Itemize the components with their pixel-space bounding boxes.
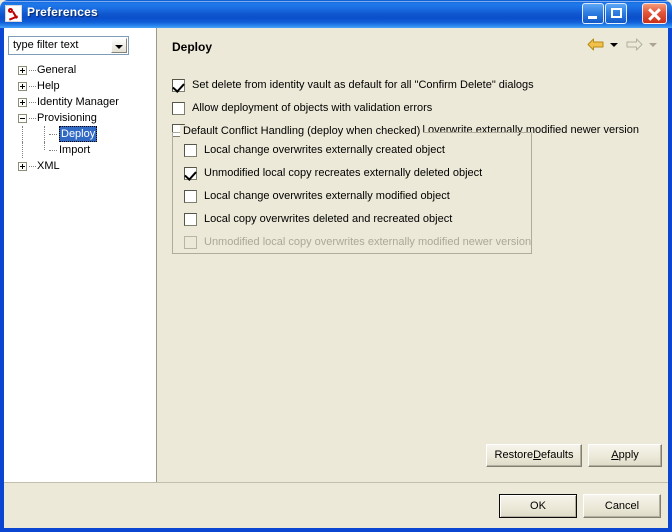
- filter-combo[interactable]: type filter text: [8, 36, 129, 55]
- tree-item-provisioning[interactable]: Provisioning: [4, 110, 156, 126]
- window-border-right: [668, 28, 672, 532]
- dialog-footer: OK Cancel: [4, 482, 668, 528]
- ok-button[interactable]: OK: [499, 494, 577, 518]
- apply-button[interactable]: Apply: [588, 444, 662, 467]
- maximize-button[interactable]: [605, 3, 627, 24]
- expander-plus-icon[interactable]: [18, 98, 27, 107]
- window-border-bottom: [0, 528, 672, 532]
- checkbox-checked[interactable]: [172, 79, 185, 93]
- back-history-chevron-down-icon[interactable]: [609, 42, 618, 47]
- restore-defaults-button[interactable]: Restore Defaults: [486, 444, 582, 467]
- filter-input-value: type filter text: [13, 39, 79, 51]
- dialog-client-area: type filter text General Help Identity M…: [4, 28, 668, 528]
- option-label: Set delete from identity vault as defaul…: [192, 79, 534, 91]
- option-label: Local copy overwrites deleted and recrea…: [204, 213, 453, 225]
- title-bar[interactable]: Preferences: [0, 0, 672, 28]
- preferences-tree-pane: type filter text General Help Identity M…: [4, 28, 157, 482]
- tree-item-label: Help: [37, 80, 60, 92]
- option-label: Local change overwrites externally modif…: [204, 190, 450, 202]
- option-label: Local change overwrites externally creat…: [204, 144, 445, 156]
- titlebar-highlight: [1, 1, 671, 2]
- expander-plus-icon[interactable]: [18, 66, 27, 75]
- filter-dropdown-button[interactable]: [111, 38, 127, 53]
- minimize-button[interactable]: [582, 3, 604, 24]
- chevron-down-icon: [115, 45, 123, 49]
- tree-item-deploy[interactable]: Deploy: [4, 126, 156, 142]
- window-title: Preferences: [27, 5, 98, 19]
- restore-defaults-mnemonic: D: [533, 449, 542, 461]
- apply-mnemonic: A: [611, 449, 619, 461]
- apply-suffix: pply: [618, 449, 639, 461]
- tree-item-label: XML: [37, 160, 60, 172]
- checkbox-unchecked[interactable]: [184, 213, 197, 226]
- minimize-icon: [588, 16, 597, 19]
- page-title: Deploy: [172, 40, 213, 54]
- expander-minus-icon[interactable]: [18, 114, 27, 123]
- option-label: Unmodified local copy overwrites externa…: [204, 236, 532, 248]
- expander-plus-icon[interactable]: [18, 82, 27, 91]
- tree-item-help[interactable]: Help: [4, 78, 156, 94]
- page-navigation: [587, 38, 662, 56]
- tree-item-label: Deploy: [59, 126, 98, 142]
- maximize-icon: [611, 8, 622, 18]
- checkbox-checked[interactable]: [184, 167, 197, 181]
- deploy-preference-page: Deploy Set delete from identity vault as…: [158, 28, 668, 482]
- tree-item-general[interactable]: General: [4, 62, 156, 78]
- preferences-tree: General Help Identity Manager Provisioni…: [4, 62, 156, 174]
- tree-item-xml[interactable]: XML: [4, 158, 156, 174]
- tree-item-label: Provisioning: [37, 112, 97, 124]
- cancel-button[interactable]: Cancel: [583, 494, 661, 518]
- checkbox-unchecked[interactable]: [184, 144, 197, 157]
- restore-defaults-suffix: efaults: [541, 449, 574, 461]
- preferences-app-icon: [5, 5, 22, 22]
- tree-item-label: General: [37, 64, 77, 76]
- checkbox-unchecked[interactable]: [184, 190, 197, 203]
- checkbox-unchecked-disabled: [184, 236, 197, 249]
- arrow-left-icon[interactable]: [587, 38, 604, 51]
- group-legend: Default Conflict Handling (deploy when c…: [180, 125, 424, 137]
- arrow-right-icon: [626, 38, 643, 51]
- tree-item-label: Identity Manager: [37, 96, 119, 108]
- restore-defaults-prefix: Restore: [494, 449, 534, 461]
- tree-item-label: Import: [59, 144, 91, 156]
- close-button[interactable]: [642, 3, 667, 24]
- preferences-window: Preferences type filter text General Hel…: [0, 0, 672, 532]
- tree-item-identity-manager[interactable]: Identity Manager: [4, 94, 156, 110]
- checkbox-unchecked[interactable]: [172, 102, 185, 115]
- forward-history-chevron-down-icon: [649, 42, 657, 47]
- expander-plus-icon[interactable]: [18, 162, 27, 171]
- option-label: Unmodified local copy recreates external…: [204, 167, 483, 179]
- tree-item-import[interactable]: Import: [4, 142, 156, 158]
- option-label: Allow deployment of objects with validat…: [192, 102, 433, 114]
